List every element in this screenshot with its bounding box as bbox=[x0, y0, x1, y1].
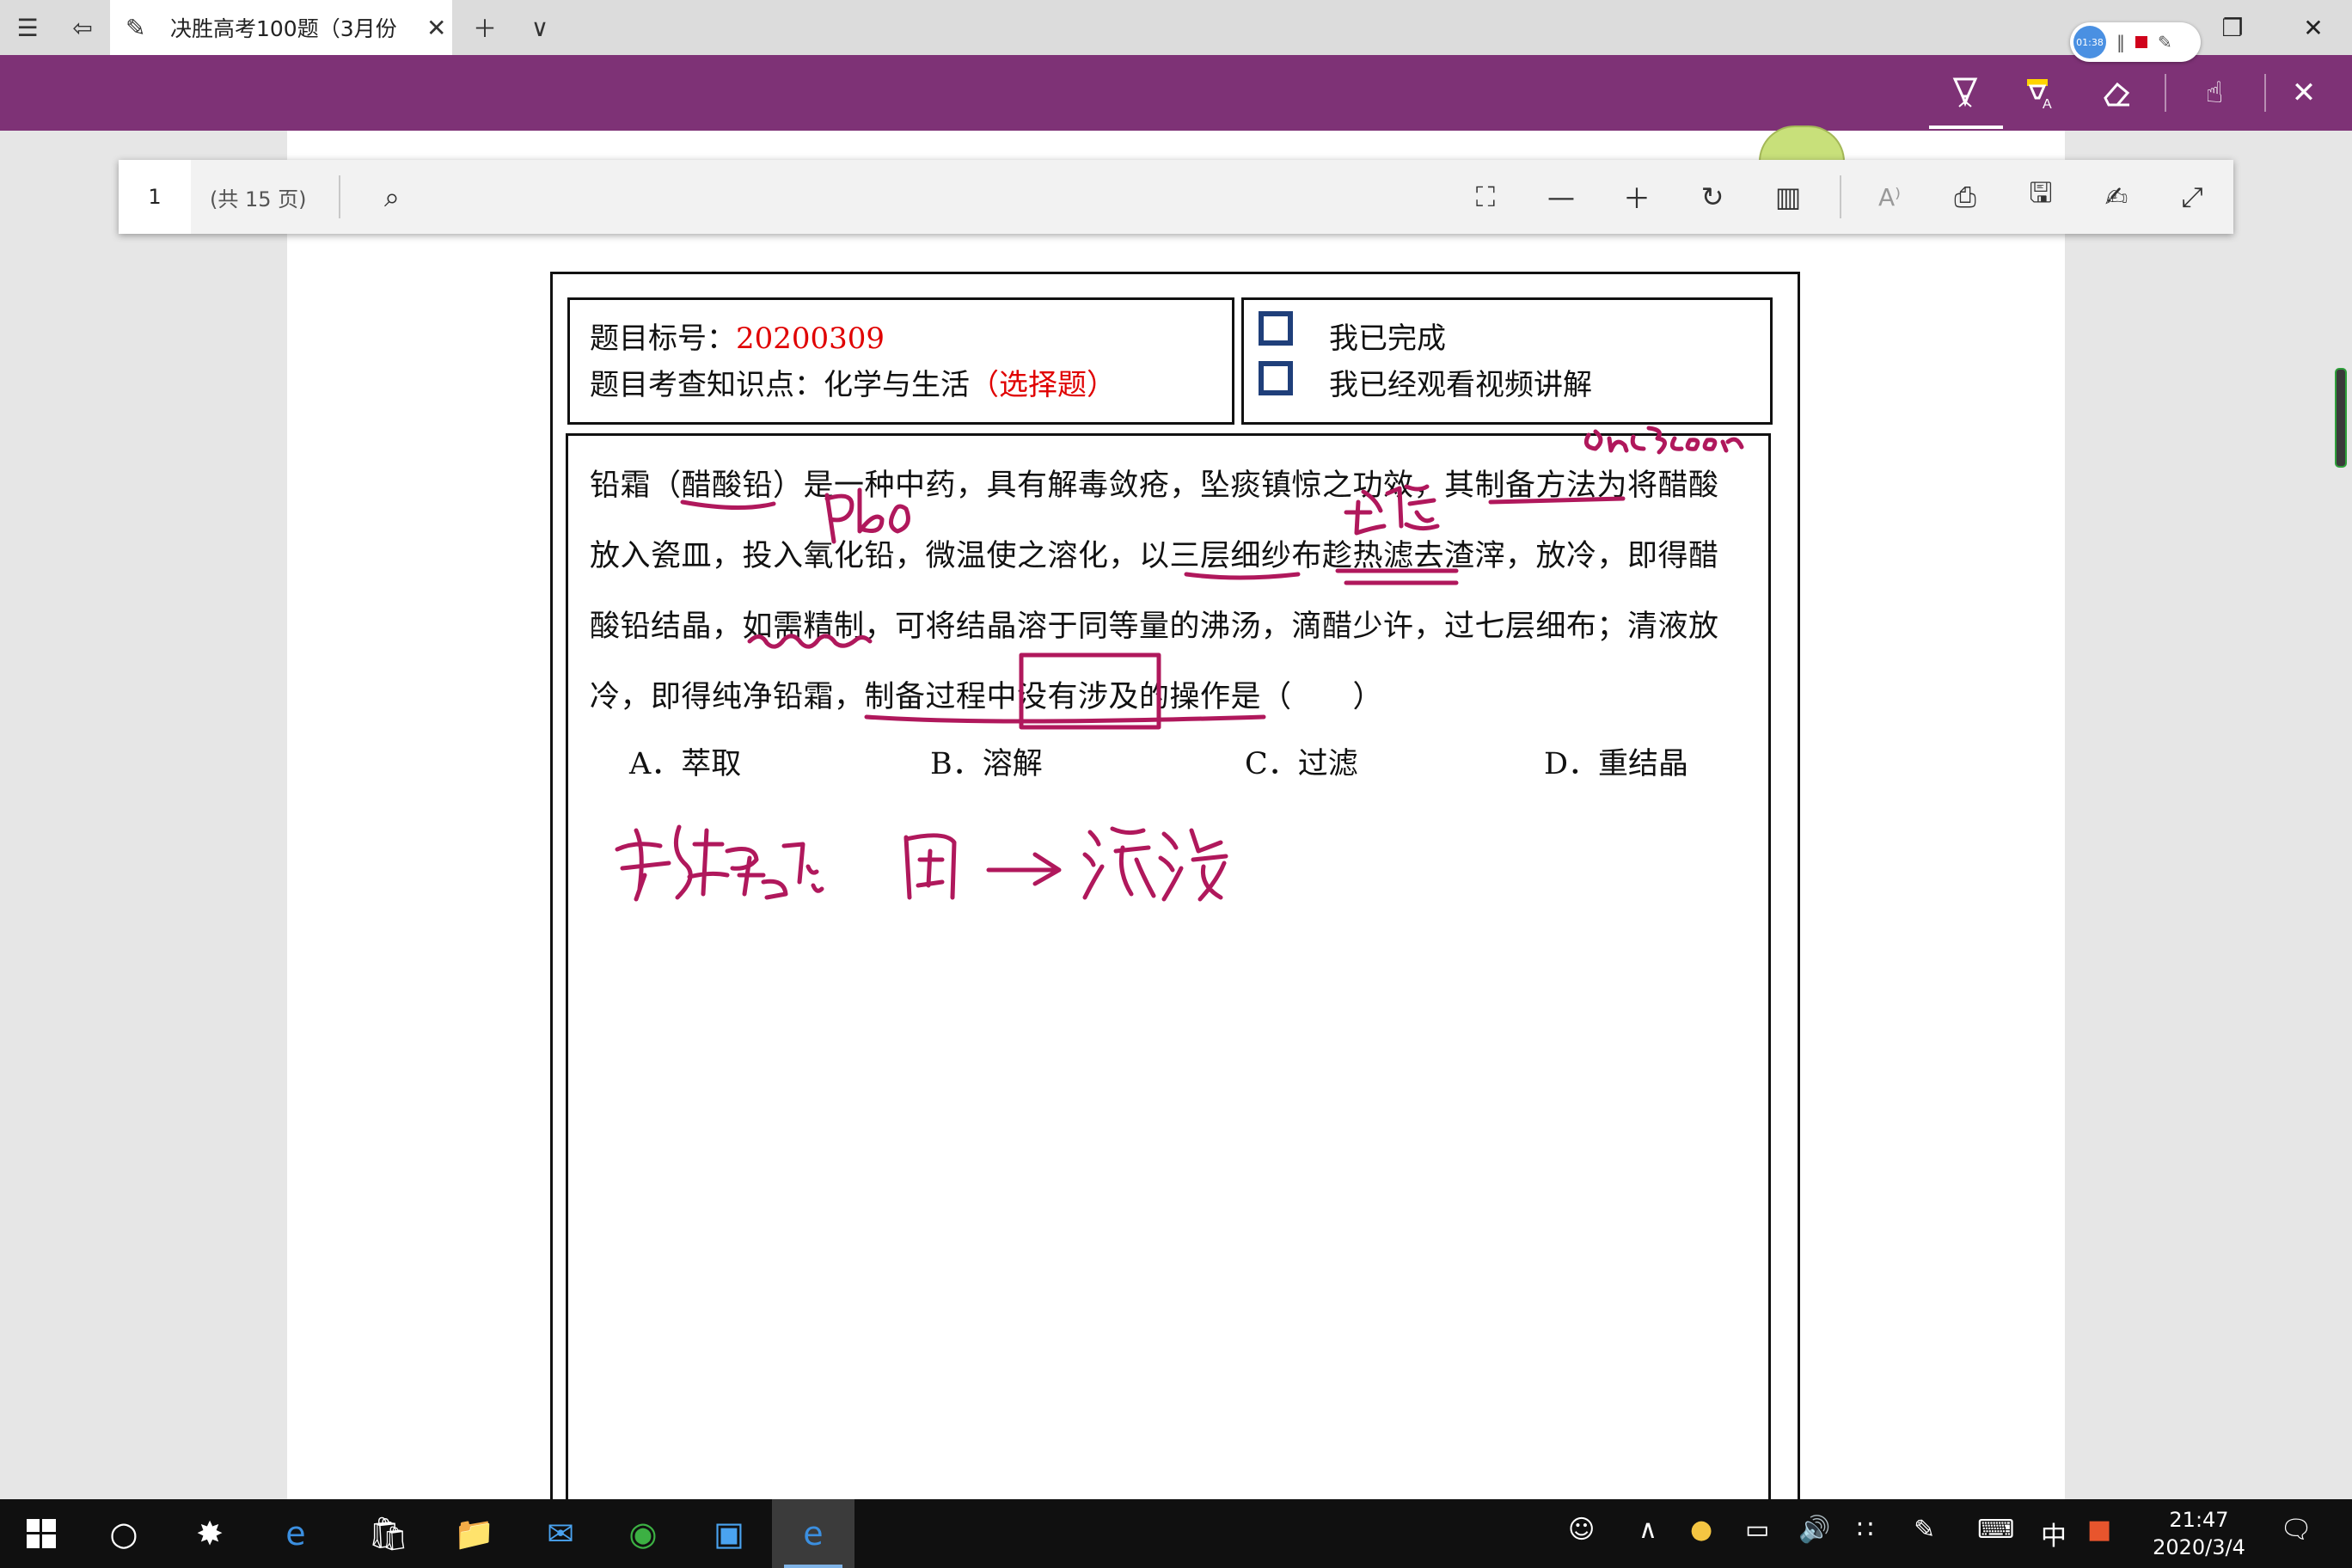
page-number-input[interactable]: 1 bbox=[119, 160, 191, 234]
save-as-icon[interactable]: ✍ bbox=[2091, 175, 2142, 218]
ime-indicator[interactable]: 中 bbox=[2041, 1515, 2067, 1553]
checkbox-video-label: 我已经观看视频讲解 bbox=[1329, 368, 1592, 402]
question-paragraph-line: 铅霜（醋酸铅）是一种中药，具有解毒敛疮，坠痰镇惊之功效，其制备方法为将醋酸 bbox=[590, 469, 1719, 503]
clock-time: 21:47 bbox=[2169, 1508, 2229, 1532]
search-icon[interactable]: ⌕ bbox=[366, 175, 418, 218]
question-paragraph-line: 酸铅结晶，如需精制，可将结晶溶于同等量的沸汤，滴醋少许，过七层细布；清液放 bbox=[590, 609, 1719, 644]
rotate-icon[interactable]: ↻ bbox=[1687, 175, 1738, 218]
divider bbox=[339, 175, 340, 218]
close-window-button[interactable]: ✕ bbox=[2275, 0, 2352, 55]
mail-icon[interactable]: ✉ bbox=[519, 1499, 602, 1568]
ballpoint-pen-icon[interactable] bbox=[1941, 70, 1989, 115]
edge-browser-icon[interactable]: e bbox=[772, 1499, 854, 1568]
cortana-search-icon[interactable]: ○ bbox=[83, 1499, 165, 1568]
question-id-row: 题目标号：20200309 bbox=[590, 315, 885, 357]
divider bbox=[2264, 74, 2266, 112]
pdf-toolbar: 1 (共 15 页) ⌕ ⛶ — ＋ ↻ ▥ A⁾ ⎙ 🖫 ✍ ⤢ bbox=[119, 160, 2233, 234]
eraser-icon[interactable] bbox=[2092, 70, 2141, 115]
read-aloud-icon[interactable]: A⁾ bbox=[1864, 175, 1915, 218]
recorder-timer: 01:38 bbox=[2073, 26, 2106, 58]
tray-chevron-up-icon[interactable]: ∧ bbox=[1638, 1515, 1657, 1545]
touch-writing-icon[interactable]: ☝ bbox=[2190, 70, 2239, 115]
wifi-icon[interactable]: ∷ bbox=[1857, 1515, 1873, 1545]
notifications-icon[interactable]: 🗨 bbox=[2280, 1515, 2312, 1545]
svg-text:A: A bbox=[2043, 97, 2052, 110]
pen-icon: ✎ bbox=[126, 13, 146, 42]
tab-set-aside-icon[interactable]: ☰ bbox=[10, 10, 45, 45]
pen-icon[interactable]: ✎ bbox=[2158, 32, 2172, 52]
people-icon[interactable]: ☺ bbox=[1568, 1515, 1595, 1545]
zoom-out-icon[interactable]: — bbox=[1535, 175, 1587, 218]
clock[interactable]: 21:47 2020/3/4 bbox=[2139, 1506, 2259, 1561]
fullscreen-icon[interactable]: ⤢ bbox=[2166, 175, 2218, 218]
browser-tab[interactable]: ✎ 决胜高考100题（3月份 ✕ bbox=[110, 0, 452, 55]
question-id-value: 20200309 bbox=[736, 322, 885, 356]
print-icon[interactable]: ⎙ bbox=[1939, 175, 1991, 218]
question-body bbox=[566, 433, 1771, 1522]
screen-app-icon[interactable]: ▣ bbox=[688, 1499, 770, 1568]
chevron-down-icon[interactable]: ∨ bbox=[523, 10, 557, 45]
restore-window-button[interactable]: ❐ bbox=[2194, 0, 2271, 55]
divider bbox=[1840, 175, 1841, 218]
checkbox-done[interactable] bbox=[1259, 311, 1293, 346]
pause-icon[interactable]: ‖ bbox=[2116, 32, 2125, 52]
question-topic-row: 题目考查知识点：化学与生活（选择题） bbox=[590, 361, 1116, 403]
highlighter-icon[interactable]: A bbox=[2017, 70, 2065, 115]
start-button[interactable] bbox=[0, 1499, 83, 1568]
option-b[interactable]: B．溶解 bbox=[930, 739, 1043, 783]
taskbar: ○ ✸ e 🛍 📁 ✉ ◉ ▣ e ☺ ∧ ● ▭ 🔊 ∷ ✎ ⌨ 中 ■ 21… bbox=[0, 1499, 2352, 1568]
tab-title: 决胜高考100题（3月份 bbox=[170, 16, 397, 41]
page-layout-icon[interactable]: ▥ bbox=[1762, 175, 1814, 218]
tray-app-icon[interactable]: ● bbox=[1690, 1515, 1712, 1545]
pen-workspace-icon[interactable]: ✎ bbox=[1914, 1515, 1935, 1545]
checkbox-done-label: 我已完成 bbox=[1329, 322, 1446, 356]
ink-toolbar: A ☝ ✕ bbox=[0, 55, 2352, 131]
exit-ink-icon[interactable]: ✕ bbox=[2280, 70, 2328, 115]
active-app-indicator bbox=[784, 1565, 842, 1568]
new-tab-icon[interactable]: ＋ bbox=[468, 10, 502, 45]
active-tool-indicator bbox=[1929, 126, 2003, 129]
battery-icon[interactable]: ▭ bbox=[1745, 1515, 1769, 1545]
close-tab-icon[interactable]: ✕ bbox=[426, 14, 446, 42]
question-id-label: 题目标号： bbox=[590, 322, 736, 356]
back-tabs-icon[interactable]: ⇦ bbox=[65, 10, 100, 45]
zoom-in-icon[interactable]: ＋ bbox=[1611, 175, 1663, 218]
option-d[interactable]: D．重结晶 bbox=[1544, 739, 1688, 783]
question-topic-label: 题目考查知识点：化学与生活 bbox=[590, 368, 970, 402]
fit-page-icon[interactable]: ⛶ bbox=[1460, 175, 1511, 218]
question-type: （选择题） bbox=[970, 368, 1116, 402]
file-explorer-icon[interactable]: 📁 bbox=[433, 1499, 516, 1568]
question-paragraph-line: 冷，即得纯净铅霜，制备过程中没有涉及的操作是（ ） bbox=[590, 680, 1384, 714]
save-icon[interactable]: 🖫 bbox=[2015, 175, 2067, 218]
option-c[interactable]: C．过滤 bbox=[1245, 739, 1358, 783]
page-total-label: (共 15 页) bbox=[210, 187, 307, 211]
app-swirl-icon[interactable]: ✸ bbox=[168, 1499, 251, 1568]
divider bbox=[2165, 74, 2166, 112]
sogou-ime-icon[interactable]: ■ bbox=[2087, 1515, 2111, 1545]
checkbox-video[interactable] bbox=[1259, 361, 1293, 395]
keyboard-icon[interactable]: ⌨ bbox=[1977, 1515, 2014, 1545]
option-a[interactable]: A．萃取 bbox=[629, 739, 741, 783]
store-icon[interactable]: 🛍 bbox=[347, 1499, 430, 1568]
volume-icon[interactable]: 🔊 bbox=[1798, 1515, 1830, 1545]
stop-icon[interactable] bbox=[2135, 36, 2147, 48]
ie-browser-icon[interactable]: e bbox=[254, 1499, 337, 1568]
title-bar: ☰ ⇦ ✎ 决胜高考100题（3月份 ✕ ＋ ∨ ❐ ✕ bbox=[0, 0, 2352, 55]
clock-date: 2020/3/4 bbox=[2153, 1535, 2245, 1559]
scrollbar-thumb[interactable] bbox=[2335, 368, 2347, 468]
question-paragraph-line: 放入瓷皿，投入氧化铅，微温使之溶化，以三层细纱布趁热滤去渣滓，放冷，即得醋 bbox=[590, 539, 1719, 573]
green-app-icon[interactable]: ◉ bbox=[602, 1499, 684, 1568]
screen-recorder-widget[interactable]: 01:38 ‖ ✎ bbox=[2070, 22, 2201, 62]
